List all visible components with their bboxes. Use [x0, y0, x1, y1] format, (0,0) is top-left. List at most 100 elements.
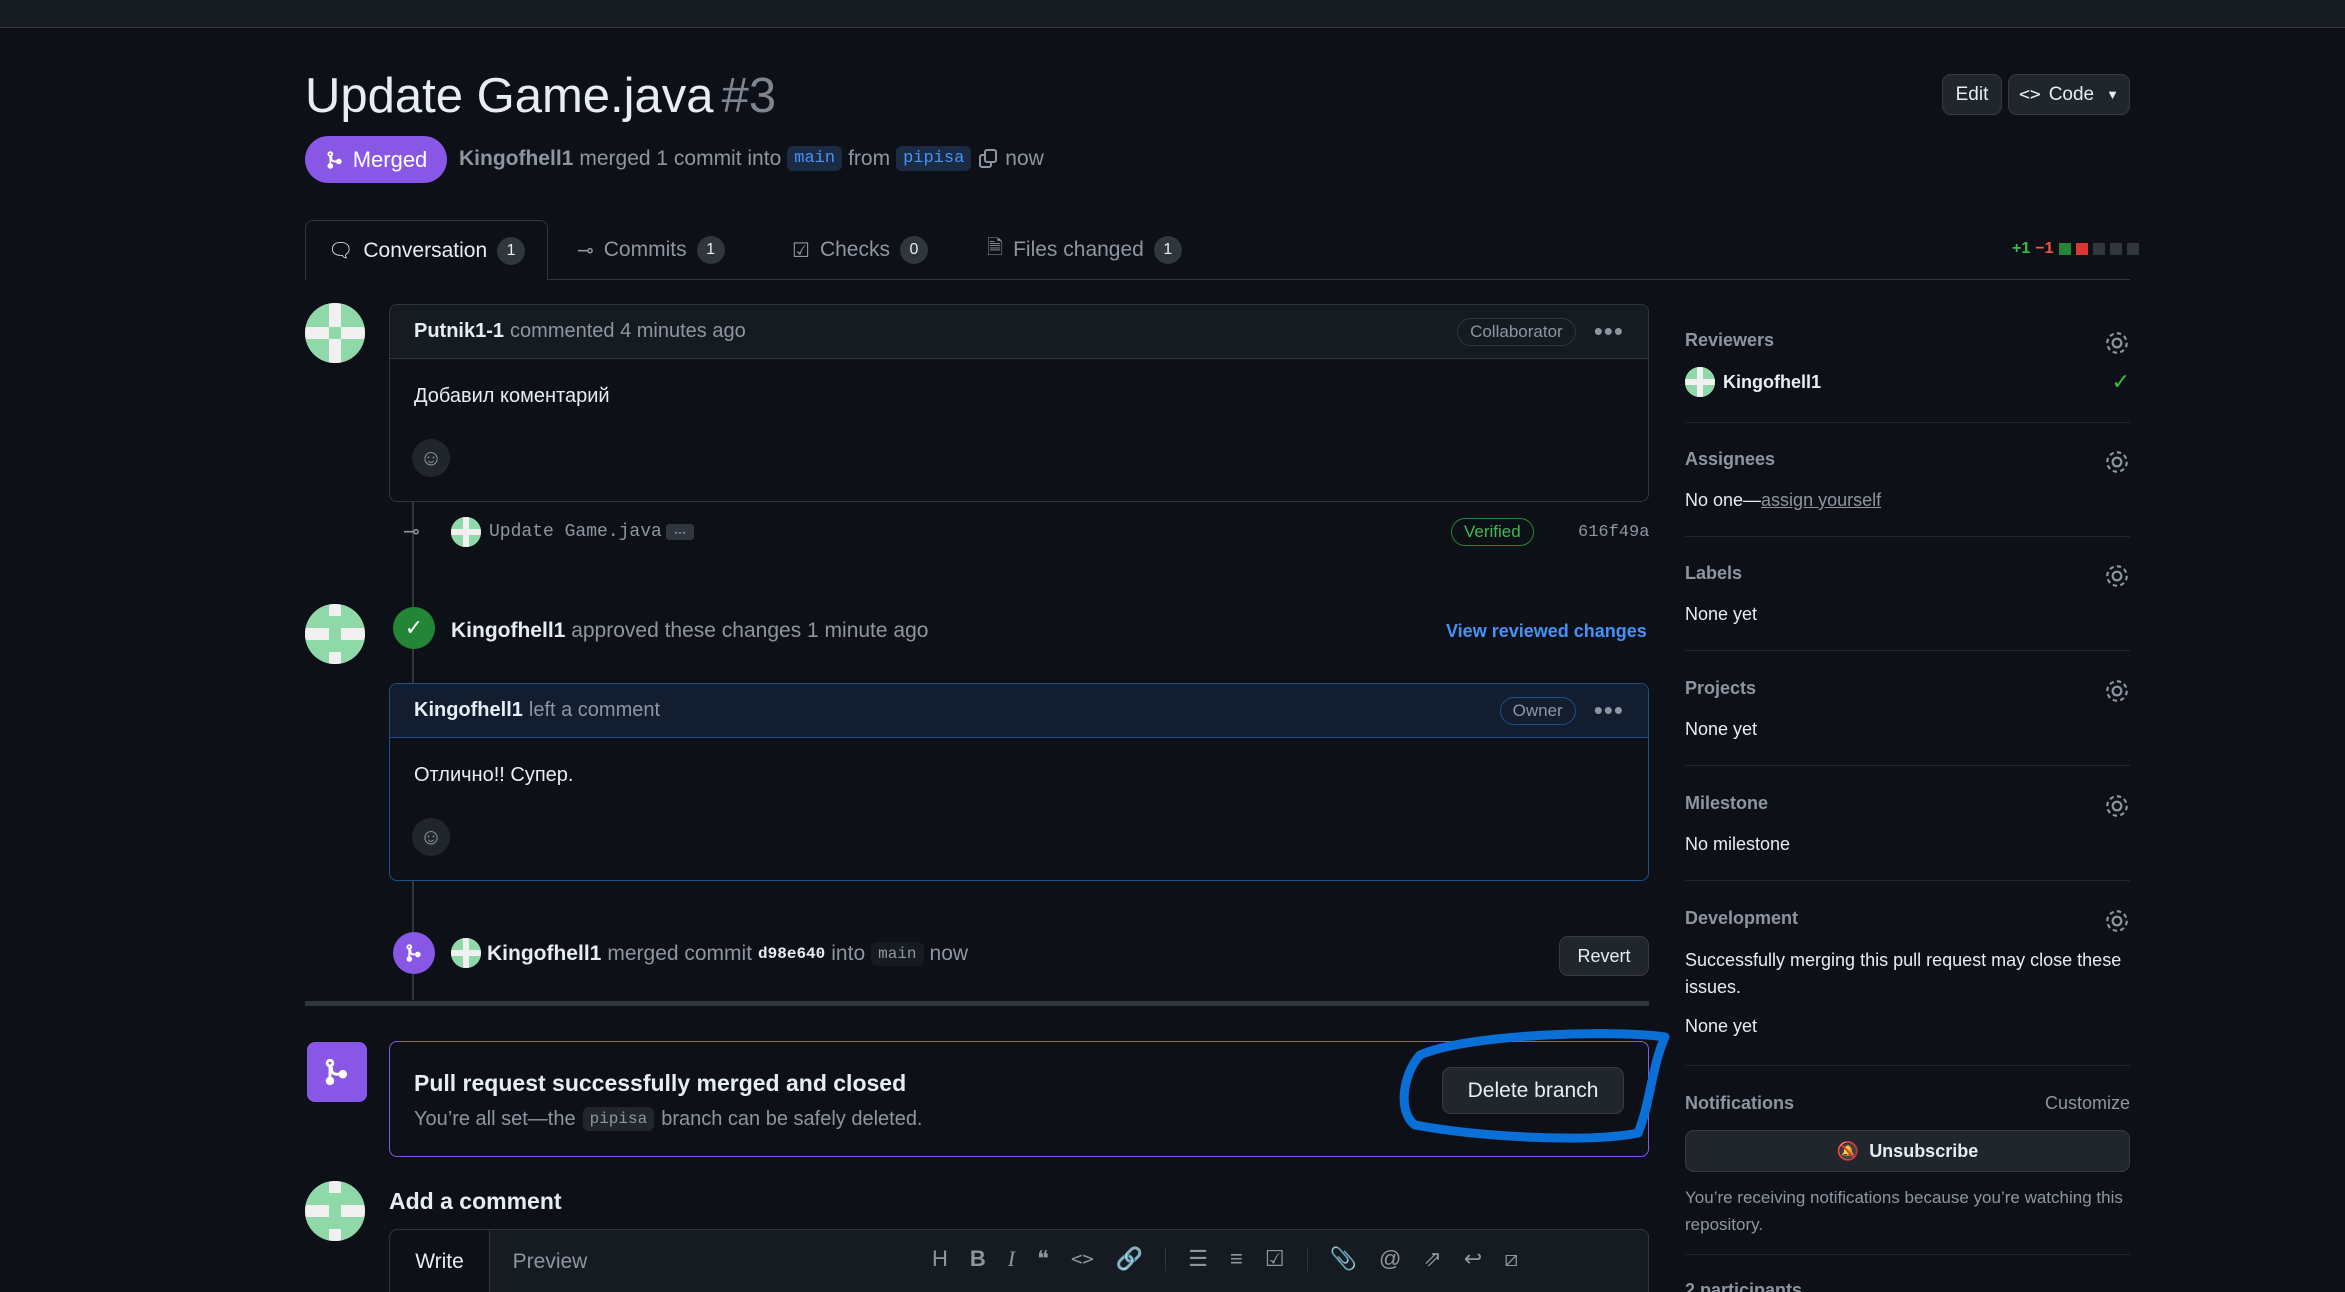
revert-button[interactable]: Revert	[1559, 936, 1649, 976]
bold-icon[interactable]: B	[970, 1246, 986, 1272]
gear-icon[interactable]	[2104, 793, 2130, 819]
sidebar-reviewers: Reviewers Kingofhell1 ✓	[1685, 330, 2130, 423]
sidebar-labels-title[interactable]: Labels	[1685, 563, 2130, 584]
diffstat-block-neutral	[2126, 243, 2139, 255]
diffstat-removed: −1	[2035, 240, 2054, 257]
code-icon: <>	[2019, 84, 2041, 105]
gear-icon[interactable]	[2104, 563, 2130, 589]
tab-write[interactable]: Write	[390, 1230, 490, 1292]
tab-commits-count: 1	[696, 236, 725, 264]
pr-author-link[interactable]: Kingofhell1	[459, 147, 573, 171]
tab-files-changed[interactable]: 🗎 Files changed 1	[965, 220, 1204, 280]
commit-expand-button[interactable]: ···	[666, 524, 694, 540]
commit-message[interactable]: Update Game.java	[489, 522, 662, 542]
heading-icon[interactable]: H	[932, 1246, 948, 1272]
merge-commit-sha[interactable]: d98e640	[758, 945, 825, 963]
code-button[interactable]: <> Code ▼	[2008, 74, 2130, 115]
comment-header: Putnik1-1 commented 4 minutes ago Collab…	[390, 305, 1648, 359]
copy-icon[interactable]	[977, 148, 999, 170]
merge-author-avatar[interactable]	[451, 938, 481, 968]
tab-preview[interactable]: Preview	[490, 1230, 610, 1292]
mention-icon[interactable]: @	[1379, 1246, 1401, 1272]
role-badge: Collaborator	[1457, 317, 1576, 346]
tab-conversation[interactable]: 🗨 Conversation 1	[305, 220, 549, 281]
merged-status-badge: Merged	[305, 136, 447, 183]
slash-command-icon[interactable]: ⧄	[1504, 1246, 1518, 1272]
base-branch[interactable]: main	[787, 146, 843, 171]
unsubscribe-button[interactable]: 🔕 Unsubscribe	[1685, 1130, 2130, 1172]
sidebar-development-title[interactable]: Development	[1685, 908, 2130, 929]
annotation-circle	[1399, 1029, 1670, 1143]
avatar[interactable]	[305, 303, 365, 363]
edit-button[interactable]: Edit	[1942, 74, 2002, 115]
checklist-icon: ☑	[792, 239, 810, 262]
merged-box-text: You’re all set—the pipisa branch can be …	[414, 1107, 923, 1131]
comment-discussion-icon: 🗨	[328, 240, 354, 262]
sidebar-milestone-title[interactable]: Milestone	[1685, 793, 2130, 814]
reviewer-avatar[interactable]	[1685, 367, 1715, 397]
sidebar-projects-value: None yet	[1685, 719, 1758, 739]
kebab-menu-icon[interactable]: •••	[1594, 316, 1624, 347]
sidebar-notifications: Notifications Customize 🔕 Unsubscribe Yo…	[1685, 1093, 2130, 1255]
gear-icon[interactable]	[2104, 908, 2130, 934]
task-list-icon[interactable]: ☑	[1265, 1246, 1285, 1272]
sidebar-reviewers-title[interactable]: Reviewers	[1685, 330, 2130, 351]
comment-card: Putnik1-1 commented 4 minutes ago Collab…	[389, 304, 1649, 502]
gear-icon[interactable]	[2104, 678, 2130, 704]
comment-author[interactable]: Putnik1-1	[414, 320, 504, 343]
smiley-icon[interactable]: ☺	[412, 439, 450, 477]
identicon	[305, 303, 365, 363]
review-author[interactable]: Kingofhell1	[451, 619, 565, 642]
code-icon[interactable]: <>	[1071, 1248, 1094, 1270]
sidebar-assignees-title[interactable]: Assignees	[1685, 449, 2130, 470]
unordered-list-icon[interactable]: ≡	[1230, 1246, 1243, 1272]
toolbar-separator	[1306, 1247, 1308, 1271]
commit-author-avatar[interactable]	[451, 517, 481, 547]
comment-author[interactable]: Kingofhell1	[414, 699, 523, 722]
tab-commits[interactable]: ⊸ Commits 1	[555, 220, 747, 280]
assign-yourself-link[interactable]: assign yourself	[1761, 490, 1881, 510]
gear-icon[interactable]	[2104, 449, 2130, 475]
pr-merge-text: merged 1 commit into	[579, 146, 782, 170]
italic-icon[interactable]: I	[1008, 1246, 1015, 1272]
gear-icon[interactable]	[2104, 330, 2130, 356]
cross-reference-icon[interactable]: ⇗	[1423, 1246, 1441, 1272]
avatar[interactable]	[305, 1181, 365, 1241]
avatar[interactable]	[305, 604, 365, 664]
tab-checks-count: 0	[899, 236, 928, 264]
customize-link[interactable]: Customize	[2045, 1093, 2130, 1114]
tab-checks[interactable]: ☑ Checks 0	[770, 220, 950, 280]
assignees-none: No one—	[1685, 490, 1762, 510]
commit-sha[interactable]: 616f49a	[1578, 523, 1649, 542]
pr-time: now	[1005, 146, 1044, 170]
comment-meta: commented 4 minutes ago	[510, 320, 746, 342]
bell-slash-icon: 🔕	[1836, 1140, 1860, 1161]
git-commit-icon: ⊸	[403, 521, 420, 543]
merge-branch[interactable]: main	[871, 942, 924, 966]
link-icon[interactable]: 🔗	[1116, 1246, 1143, 1272]
add-comment-title: Add a comment	[389, 1188, 562, 1214]
reviewer-name[interactable]: Kingofhell1	[1723, 372, 1821, 393]
tab-files-changed-label: Files changed	[1013, 238, 1144, 261]
comment-card: Kingofhell1 left a comment Owner ••• Отл…	[389, 683, 1649, 881]
smiley-icon[interactable]: ☺	[412, 818, 450, 856]
view-reviewed-changes-link[interactable]: View reviewed changes	[1446, 621, 1647, 642]
sidebar-development-text: Successfully merging this pull request m…	[1685, 950, 2122, 997]
ordered-list-icon[interactable]: ☰	[1188, 1246, 1208, 1272]
verified-badge[interactable]: Verified	[1451, 518, 1534, 546]
sidebar-labels: Labels None yet	[1685, 563, 2130, 651]
sidebar-development-value: None yet	[1685, 1016, 1758, 1036]
pr-meta: Kingofhell1 merged 1 commit into main fr…	[459, 146, 1044, 171]
paperclip-icon[interactable]: 📎	[1330, 1246, 1357, 1272]
reply-icon[interactable]: ↩	[1464, 1246, 1482, 1272]
quote-icon[interactable]: ❝	[1037, 1246, 1049, 1272]
merged-box-branch[interactable]: pipisa	[582, 1107, 655, 1131]
merge-event-text: Kingofhell1 merged commit d98e640 into m…	[487, 942, 968, 966]
sidebar-projects-title[interactable]: Projects	[1685, 678, 2130, 699]
merge-author[interactable]: Kingofhell1	[487, 942, 601, 966]
comment-editor: Write Preview H B I ❝ <> 🔗 ☰ ≡ ☑ 📎 @ ⇗ ↩…	[389, 1229, 1649, 1292]
head-branch[interactable]: pipisa	[896, 146, 972, 171]
sidebar-milestone-value: No milestone	[1685, 834, 1791, 854]
tab-files-changed-count: 1	[1153, 236, 1182, 264]
kebab-menu-icon[interactable]: •••	[1594, 695, 1624, 726]
